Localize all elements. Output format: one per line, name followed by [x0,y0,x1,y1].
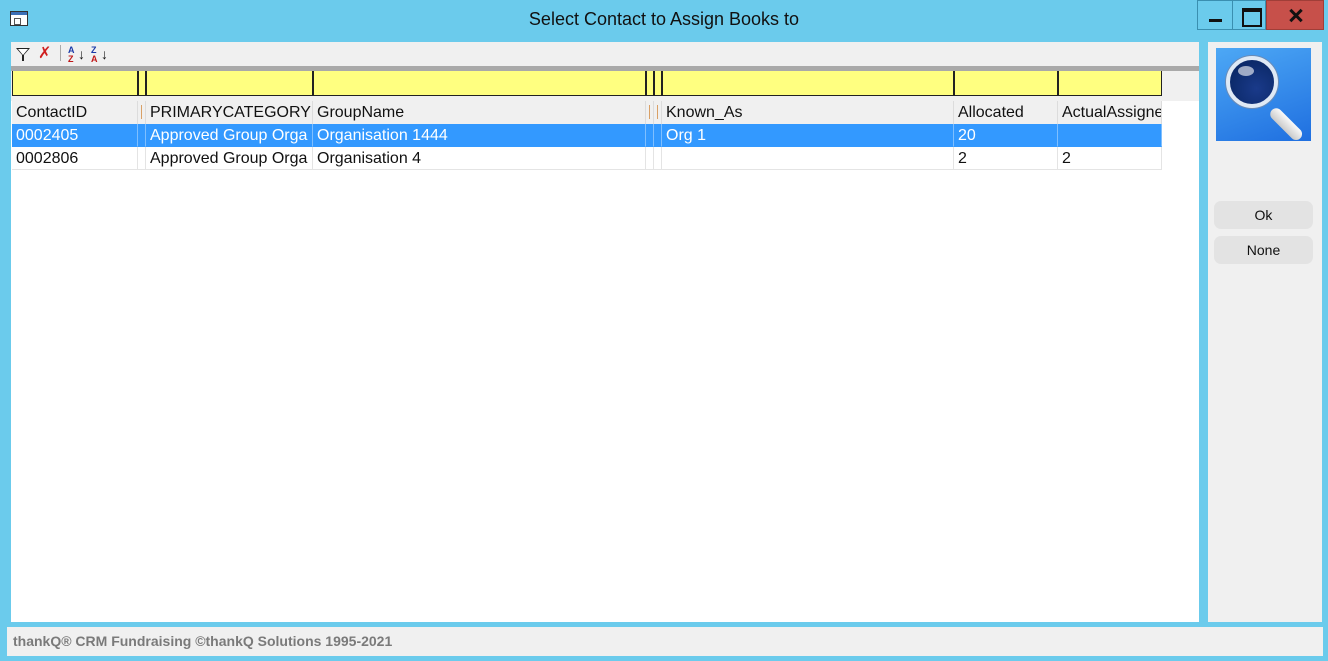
cell-narrow[interactable] [654,124,662,147]
filter-cell-contactid[interactable] [12,71,138,96]
column-header-primarycategory[interactable]: PRIMARYCATEGORY [146,101,313,124]
column-header-groupname[interactable]: GroupName [313,101,646,124]
status-bar: thankQ® CRM Fundraising ©thankQ Solution… [7,627,1323,656]
column-header-allocated[interactable]: Allocated [954,101,1058,124]
contact-grid-panel: ✗ A Z ↓ Z A ↓ ContactID PRIMARYCATEGORY … [11,42,1199,622]
filter-cell-narrow[interactable] [654,71,662,96]
cell-contactid[interactable]: 0002405 [12,124,138,147]
magnifier-icon [1216,48,1311,141]
action-panel: Ok None [1208,42,1322,622]
column-header-narrow[interactable] [138,101,146,124]
cell-narrow[interactable] [646,147,654,170]
filter-cell-primarycategory[interactable] [146,71,313,96]
column-header-narrow[interactable] [646,101,654,124]
cell-primarycategory[interactable]: Approved Group Orga [146,124,313,147]
cell-actualassigned[interactable] [1058,124,1162,147]
sort-az-icon[interactable]: A Z ↓ [66,44,86,64]
grid-header: ContactID PRIMARYCATEGORY GroupName Know… [11,101,1199,124]
table-row[interactable]: 0002405 Approved Group Orga Organisation… [11,124,1162,147]
filter-cell-actualassigned[interactable] [1058,71,1162,96]
filter-cell-allocated[interactable] [954,71,1058,96]
minimize-button[interactable] [1197,0,1232,30]
table-row[interactable]: 0002806 Approved Group Orga Organisation… [11,147,1162,170]
cell-groupname[interactable]: Organisation 1444 [313,124,646,147]
cell-groupname[interactable]: Organisation 4 [313,147,646,170]
filter-icon[interactable] [13,44,33,64]
cell-known-as[interactable]: Org 1 [662,124,954,147]
copyright-text: thankQ® CRM Fundraising ©thankQ Solution… [13,633,393,649]
ok-button[interactable]: Ok [1214,201,1313,229]
sort-za-icon[interactable]: Z A ↓ [89,44,109,64]
grid-toolbar: ✗ A Z ↓ Z A ↓ [11,42,1199,66]
cell-actualassigned[interactable]: 2 [1058,147,1162,170]
filter-cell-known-as[interactable] [662,71,954,96]
title-bar: Select Contact to Assign Books to [0,0,1328,38]
cell-narrow[interactable] [138,124,146,147]
cell-known-as[interactable] [662,147,954,170]
filter-cell-groupname[interactable] [313,71,646,96]
column-header-contactid[interactable]: ContactID [12,101,138,124]
column-header-narrow[interactable] [654,101,662,124]
cell-allocated[interactable]: 2 [954,147,1058,170]
toolbar-separator [60,45,61,61]
filter-cell-narrow[interactable] [646,71,654,96]
window-title: Select Contact to Assign Books to [528,9,800,29]
cell-narrow[interactable] [138,147,146,170]
cell-narrow[interactable] [646,124,654,147]
clear-filter-icon[interactable]: ✗ [35,44,55,64]
cell-allocated[interactable]: 20 [954,124,1058,147]
filter-cell-narrow[interactable] [138,71,146,96]
close-button[interactable] [1266,0,1324,30]
cell-contactid[interactable]: 0002806 [12,147,138,170]
cell-primarycategory[interactable]: Approved Group Orga [146,147,313,170]
column-header-known-as[interactable]: Known_As [662,101,954,124]
column-header-actualassigned[interactable]: ActualAssigne [1058,101,1162,124]
magnifier-handle [1267,105,1305,141]
cell-narrow[interactable] [654,147,662,170]
magnifier-lens [1226,56,1278,108]
maximize-button[interactable] [1232,0,1266,30]
none-button[interactable]: None [1214,236,1313,264]
